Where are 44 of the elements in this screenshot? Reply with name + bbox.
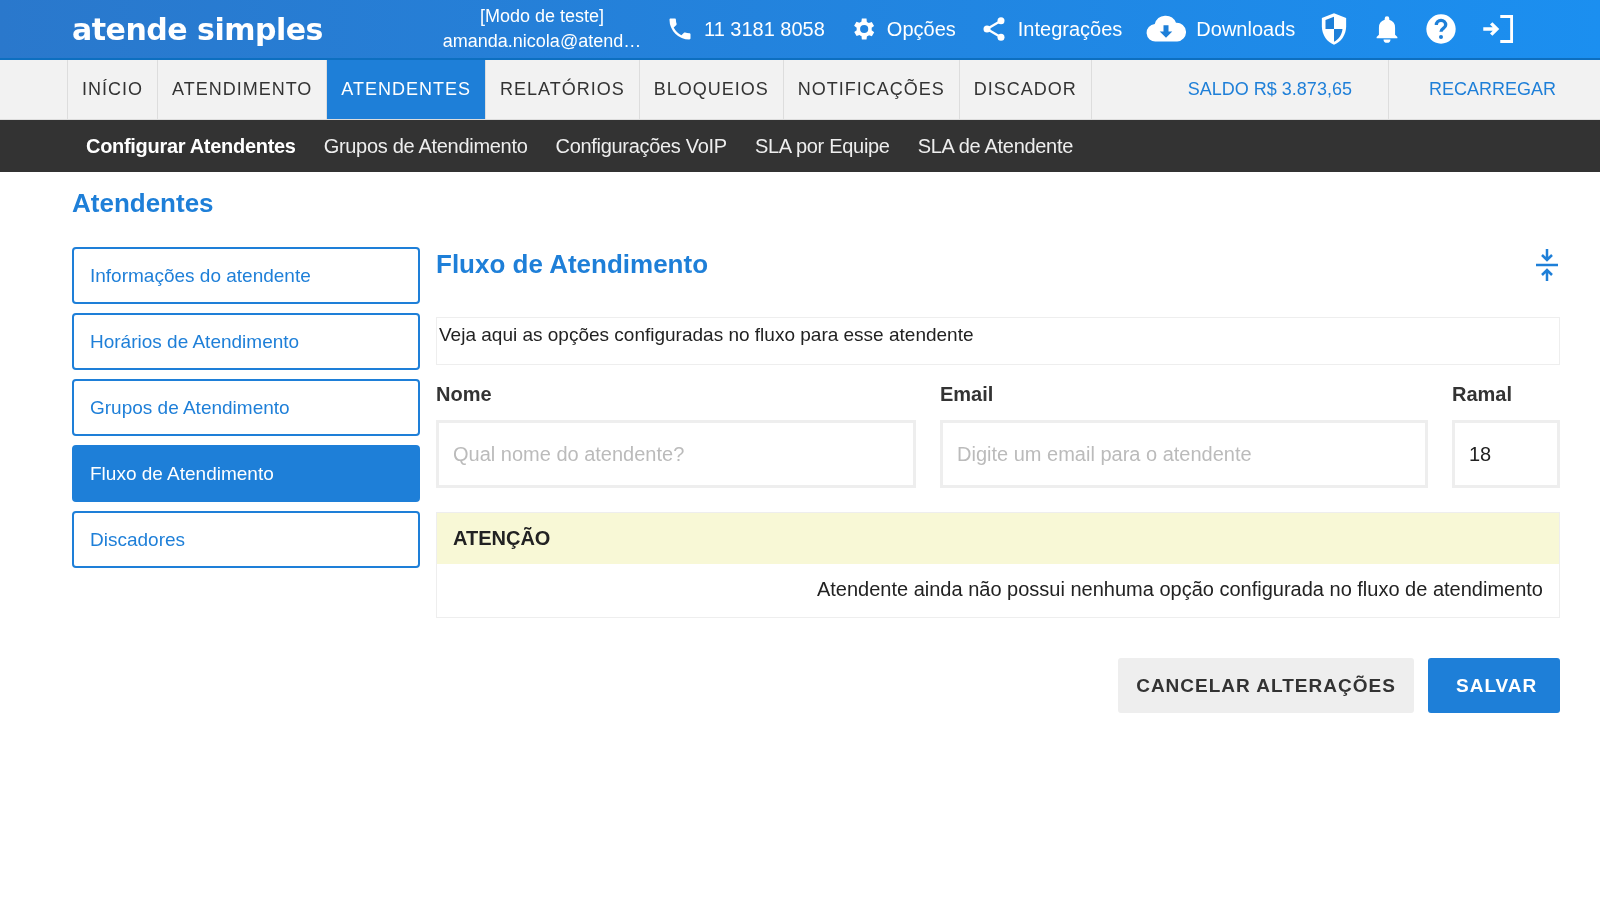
save-button[interactable]: SALVAR <box>1428 658 1560 713</box>
sub-nav-tab[interactable]: Grupos de Atendimento <box>309 134 528 158</box>
field-label: Nome <box>436 383 493 406</box>
nav-tab[interactable]: RELATÓRIOS <box>485 60 639 119</box>
nav-tab[interactable]: DISCADOR <box>958 60 1091 119</box>
field-label: Email <box>940 383 995 406</box>
nav-tab[interactable]: BLOQUEIOS <box>638 60 783 119</box>
nav-tab[interactable]: NOTIFICAÇÕES <box>782 60 959 119</box>
sidebar-item[interactable]: Grupos de Atendimento <box>72 379 420 436</box>
nav-tab[interactable]: ATENDENTES <box>326 60 486 119</box>
sidebar-item[interactable]: Fluxo de Atendimento <box>72 445 420 502</box>
sidebar-item[interactable]: Informações do atendente <box>72 247 420 304</box>
mode-label: [Modo de teste] <box>479 6 605 27</box>
header-link[interactable]: Opções <box>848 15 956 43</box>
sub-nav-tab[interactable]: SLA por Equipe <box>740 134 890 158</box>
cancel-button[interactable]: CANCELAR ALTERAÇÕES <box>1118 658 1414 713</box>
help-button[interactable] <box>1425 13 1458 45</box>
recharge-link[interactable]: RECARREGAR <box>1387 60 1596 119</box>
sub-nav-tab[interactable]: Configurar Atendentes <box>72 134 296 158</box>
logout-icon <box>1481 14 1516 44</box>
balance-link[interactable]: SALDO R$ 3.873,65 <box>1151 60 1388 119</box>
sidebar-item[interactable]: Discadores <box>72 511 420 568</box>
header-link[interactable]: 11 3181 8058 <box>666 15 825 43</box>
panel-title: Fluxo de Atendimento <box>436 249 709 280</box>
header-link[interactable]: Integrações <box>979 15 1123 43</box>
alert-message: Atendente ainda não possui nenhuma opção configurada no fluxo de atendimento <box>816 578 1543 600</box>
description-text: Veja aqui as opções configuradas no fluxo para esse atendente <box>436 317 1560 365</box>
page-title: Atendentes <box>72 188 215 219</box>
sidebar-item[interactable]: Horários de Atendimento <box>72 313 420 370</box>
help-icon <box>1425 13 1458 45</box>
sub-nav-tab[interactable]: Configurações VoIP <box>541 134 727 158</box>
collapse-icon[interactable] <box>1534 247 1560 283</box>
logout-button[interactable] <box>1481 14 1516 44</box>
sub-nav-tab[interactable]: SLA de Atendente <box>903 134 1074 158</box>
logo[interactable]: atende simples <box>72 11 432 47</box>
input-field[interactable]: Qual nome do atendente? <box>436 420 916 488</box>
header-link[interactable]: Downloads <box>1146 15 1296 43</box>
user-email[interactable]: amanda.nicola@atend… <box>442 31 642 52</box>
alert-title: ATENÇÃO <box>453 527 551 549</box>
cloud-download-icon <box>1146 15 1187 43</box>
input-field[interactable]: Digite um email para o atendente <box>940 420 1428 488</box>
field-label: Ramal <box>1452 383 1514 406</box>
nav-tab[interactable]: INÍCIO <box>67 60 157 119</box>
input-field[interactable]: 18 <box>1452 420 1560 488</box>
